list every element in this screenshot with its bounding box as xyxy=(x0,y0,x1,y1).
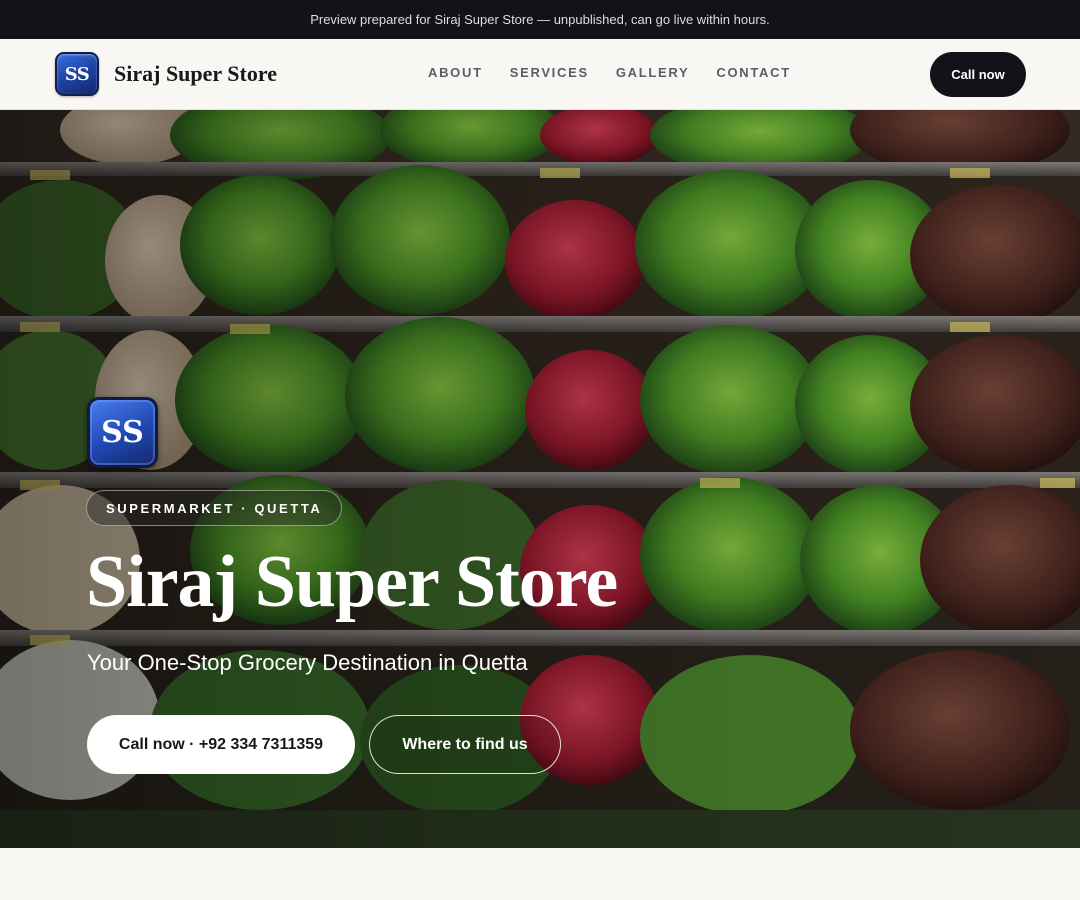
header-call-button[interactable]: Call now xyxy=(930,52,1026,97)
nav-contact[interactable]: CONTACT xyxy=(716,65,790,80)
brand-name[interactable]: Siraj Super Store xyxy=(114,61,277,87)
hero-category-tag: SUPERMARKET · QUETTA xyxy=(86,490,343,526)
preview-banner: Preview prepared for Siraj Super Store —… xyxy=(0,0,1080,39)
hero-title: Siraj Super Store xyxy=(86,541,618,623)
logo-icon[interactable]: SS xyxy=(55,52,99,96)
hero-subtitle: Your One-Stop Grocery Destination in Que… xyxy=(87,650,528,675)
main-nav: ABOUT SERVICES GALLERY CONTACT xyxy=(428,65,791,80)
nav-gallery[interactable]: GALLERY xyxy=(616,65,690,80)
where-to-find-us-button[interactable]: Where to find us xyxy=(369,715,561,774)
nav-services[interactable]: SERVICES xyxy=(510,65,589,80)
hero-call-button[interactable]: Call now · +92 334 7311359 xyxy=(87,715,355,774)
site-header: SS Siraj Super Store ABOUT SERVICES GALL… xyxy=(0,39,1080,110)
hero-logo-icon: SS xyxy=(87,397,158,468)
preview-banner-text: Preview prepared for Siraj Super Store —… xyxy=(310,12,770,27)
hero-section: SS SUPERMARKET · QUETTA Siraj Super Stor… xyxy=(0,110,1080,848)
nav-about[interactable]: ABOUT xyxy=(428,65,483,80)
